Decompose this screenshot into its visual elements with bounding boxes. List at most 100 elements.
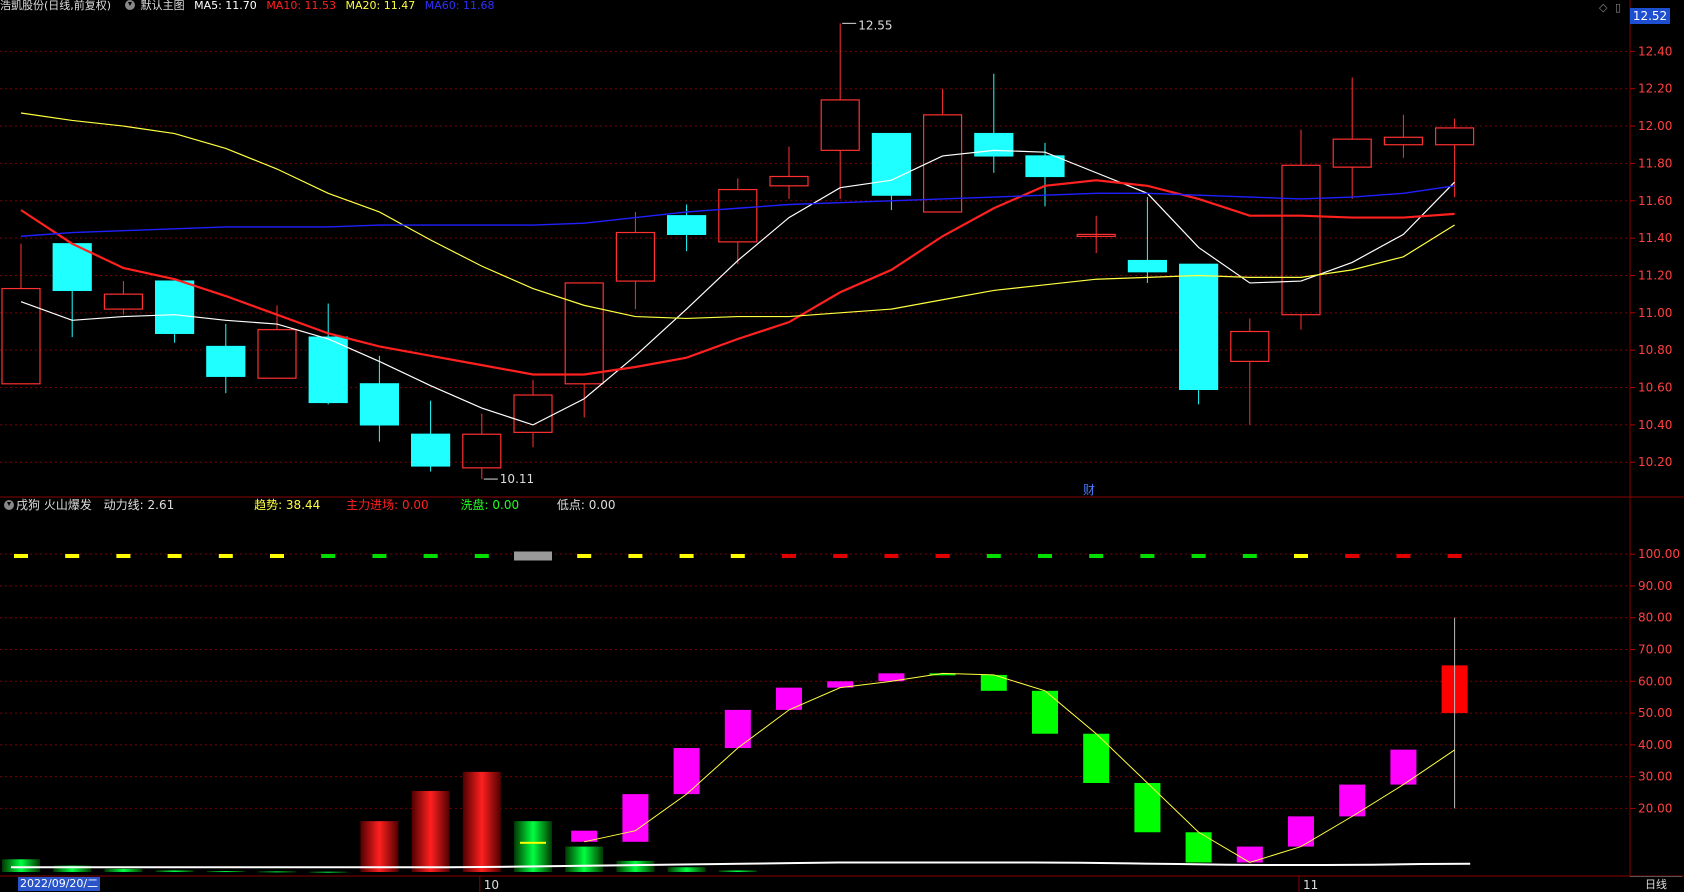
period-tab[interactable]: 日线 [1630, 876, 1682, 892]
trend-bar [622, 794, 649, 842]
y-tick-label: 11.80 [1638, 156, 1672, 170]
volcano-bar [411, 790, 450, 872]
candle-body [308, 336, 348, 404]
template-label[interactable]: 默认主图 [141, 0, 185, 12]
volcano-bar [104, 868, 143, 872]
signal-dash [577, 554, 592, 558]
candle-body [1127, 259, 1168, 273]
signal-dash [679, 554, 694, 558]
volcano-bar [360, 821, 399, 872]
ma60-label: MA60: 11.68 [424, 0, 495, 12]
candle-body [359, 383, 399, 426]
volcano-bar [309, 871, 348, 873]
candle-body [257, 329, 297, 379]
signal-dash [167, 554, 182, 558]
candle-body [155, 280, 195, 334]
signal-dash [321, 554, 336, 558]
y-tick-label: 40.00 [1638, 738, 1672, 752]
power-line [11, 861, 1471, 869]
y-tick-label: 30.00 [1638, 770, 1672, 784]
candle-body [1434, 127, 1475, 146]
trend-bar [1083, 733, 1110, 783]
chevron-down-icon[interactable] [124, 0, 135, 10]
trend-bar [673, 748, 700, 795]
candle-body [103, 293, 144, 310]
volcano-bar [616, 860, 655, 872]
y-tick-label: 12.20 [1638, 82, 1672, 96]
y-tick-label: 11.20 [1638, 268, 1672, 282]
chevron-down-icon[interactable] [4, 500, 14, 510]
candle-body [718, 188, 758, 243]
volcano-bar [462, 771, 501, 872]
signal-dash [1242, 554, 1257, 558]
trend-bar [1185, 832, 1212, 863]
candle-body [615, 231, 656, 282]
signal-dash [474, 554, 489, 558]
main-entry-label: 主力进场: 0.00 [346, 498, 429, 512]
volcano-bar [258, 871, 296, 873]
trend-bar [1390, 749, 1417, 785]
volcano-bar [565, 846, 604, 872]
indicator-name[interactable]: 戌狗 火山爆发 [16, 498, 92, 512]
signal-dash [884, 554, 899, 558]
candle-body [206, 345, 246, 377]
washout-label: 洗盘: 0.00 [460, 498, 520, 512]
ma10-label: MA10: 11.53 [266, 0, 337, 12]
volcano-bar [155, 870, 194, 872]
candle-body [871, 132, 912, 196]
signal-dash [372, 554, 387, 558]
y-tick-label: 80.00 [1638, 611, 1672, 625]
main-chart-header: 浩凱股份(日线,前复权) 默认主图 MA5: 11.70 MA10: 11.53… [0, 0, 500, 14]
signal-dash [1396, 554, 1411, 558]
date-label: 2022/09/20/二 [18, 877, 101, 891]
signal-dash [1038, 554, 1052, 558]
candle-body [769, 175, 809, 187]
current-price-badge: 12.52 [1630, 8, 1670, 24]
trend-bar [1288, 816, 1314, 847]
signal-dash [782, 554, 796, 558]
ma-line-ma20 [20, 112, 1455, 320]
y-tick-label: 11.60 [1638, 194, 1672, 208]
volcano-bar [718, 870, 757, 872]
ma-line-ma5 [20, 149, 1456, 426]
signal-dash [218, 554, 233, 558]
y-tick-label: 70.00 [1638, 643, 1672, 657]
signal-dash [730, 554, 745, 558]
ma-line-ma60 [20, 185, 1455, 237]
signal-dash [514, 551, 552, 561]
signal-dash [1294, 554, 1308, 558]
month-label: 10 [484, 878, 499, 892]
y-tick-label: 100.00 [1638, 547, 1680, 561]
trend-bar [1134, 783, 1161, 833]
y-tick-label: 20.00 [1638, 801, 1672, 815]
candle-body [1383, 136, 1424, 146]
y-tick-label: 50.00 [1638, 706, 1672, 720]
stock-chart: 10.20 10.40 10.60 10.80 11.00 11.20 11.40 11.60… [0, 0, 1684, 892]
volcano-bar [514, 821, 552, 872]
candle-body [1230, 330, 1270, 362]
candle-body [1, 287, 41, 385]
candle-body [1178, 263, 1219, 391]
annotation-label: 10.11 [500, 472, 534, 486]
signal-dash [270, 554, 284, 558]
signal-dash [116, 554, 131, 558]
trend-line [584, 672, 1455, 864]
signal-dash [423, 554, 438, 558]
indicator-header: 戌狗 火山爆发 动力线: 2.61 趋势: 38.44 主力进场: 0.00 洗… [0, 498, 624, 512]
diamond-icon[interactable]: ◇ [1599, 1, 1607, 14]
signal-dash [628, 554, 643, 558]
candle-body [974, 132, 1014, 157]
stock-name[interactable]: 浩凱股份 [0, 0, 44, 12]
window-icon[interactable]: ▯ [1615, 1, 1621, 14]
candle-body [462, 433, 502, 469]
candle-body [564, 282, 604, 385]
signal-dash [833, 554, 848, 558]
trend-bar [520, 841, 546, 844]
signal-dash [935, 554, 950, 558]
financial-marker[interactable]: 财 [1083, 481, 1095, 498]
y-tick-label: 11.40 [1638, 231, 1672, 245]
signal-dash [65, 554, 80, 558]
low-point-label: 低点: 0.00 [556, 498, 616, 512]
trend-label: 趋势: 38.44 [254, 498, 321, 512]
y-tick-label: 10.60 [1638, 381, 1672, 395]
